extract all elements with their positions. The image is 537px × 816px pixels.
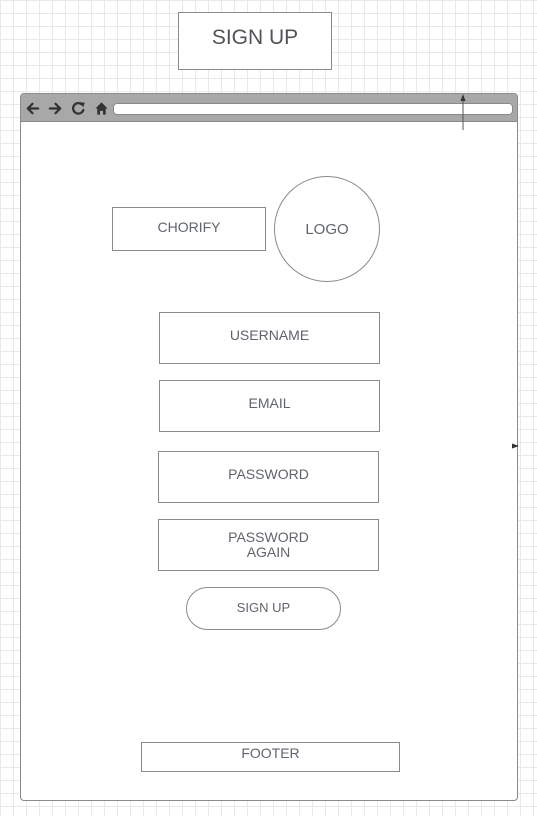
email-field[interactable]: EMAIL	[159, 380, 380, 432]
page-title-text: SIGN UP	[211, 26, 299, 49]
password-again-label-line1: PASSWORD	[228, 529, 309, 545]
password-label: PASSWORD	[228, 465, 309, 482]
password-again-label-line2: AGAIN	[246, 544, 291, 560]
forward-arrow-icon[interactable]	[48, 101, 63, 116]
password-again-field[interactable]: PASSWORD AGAIN	[158, 519, 379, 571]
sign-up-button[interactable]: SIGN UP	[186, 587, 341, 630]
footer: FOOTER	[141, 742, 400, 772]
email-label: EMAIL	[248, 394, 291, 411]
brand-name: CHORIFY	[157, 218, 221, 235]
browser-window	[20, 93, 518, 801]
back-arrow-icon[interactable]	[25, 101, 40, 116]
username-label: USERNAME	[229, 326, 310, 343]
brand-name-box: CHORIFY	[112, 207, 266, 251]
password-again-label: PASSWORD AGAIN	[228, 530, 309, 560]
footer-label: FOOTER	[241, 745, 300, 761]
logo-label: LOGO	[305, 220, 349, 238]
password-field[interactable]: PASSWORD	[158, 451, 379, 503]
address-bar[interactable]	[113, 103, 513, 115]
username-field[interactable]: USERNAME	[159, 312, 380, 364]
home-icon[interactable]	[94, 101, 109, 116]
browser-toolbar	[21, 94, 517, 122]
page-title: SIGN UP	[178, 12, 332, 70]
logo-placeholder: LOGO	[274, 176, 380, 282]
reload-icon[interactable]	[71, 101, 86, 116]
sign-up-button-label: SIGN UP	[236, 599, 291, 615]
